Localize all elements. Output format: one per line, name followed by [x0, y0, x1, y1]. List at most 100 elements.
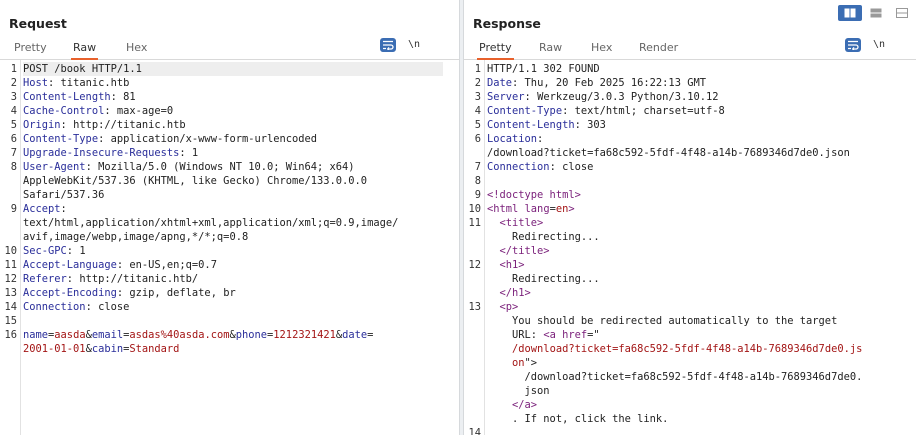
- code-token: <title>: [499, 217, 544, 229]
- header-name: Content-Length: [487, 119, 575, 131]
- header-name: Date: [487, 77, 513, 89]
- line-number: 15: [4, 315, 17, 327]
- code-token: asdas%40asda.com: [129, 329, 230, 341]
- line-number: 4: [10, 105, 17, 117]
- word-wrap-icon[interactable]: [845, 38, 861, 52]
- newline-toggle-icon[interactable]: \n: [406, 38, 422, 52]
- code-line: Host: titanic.htb: [23, 76, 129, 90]
- request-tab-pretty[interactable]: Pretty: [12, 40, 49, 58]
- response-tab-hex[interactable]: Hex: [589, 40, 614, 58]
- code-line: URL: <a href=": [487, 328, 600, 342]
- line-number: 12: [468, 259, 481, 271]
- code-line: Accept-Language: en-US,en;q=0.7: [23, 258, 217, 272]
- code-line: 2001-01-01&cabin=Standard: [23, 342, 179, 356]
- line-number: 11: [468, 217, 481, 229]
- code-token: cabin: [91, 343, 124, 355]
- line-number: 14: [468, 427, 481, 435]
- header-name: Content-Length: [23, 91, 111, 103]
- request-tab-hex[interactable]: Hex: [124, 40, 149, 58]
- code-line: Location:: [487, 132, 543, 146]
- header-name: Accept: [23, 203, 61, 215]
- code-line: on">: [487, 356, 537, 370]
- code-line: Redirecting...: [487, 231, 600, 243]
- code-line: Upgrade-Insecure-Requests: 1: [23, 146, 198, 160]
- code-token: <!doctype html>: [487, 189, 581, 201]
- code-token: ">: [524, 357, 538, 369]
- stacked-vertical-layout-icon[interactable]: [890, 5, 914, 21]
- header-value: text/html; charset=utf-8: [568, 105, 725, 117]
- code-line: AppleWebKit/537.36 (KHTML, like Gecko) C…: [23, 175, 368, 187]
- word-wrap-icon[interactable]: [380, 38, 396, 52]
- line-number: 12: [4, 273, 17, 285]
- header-value: max-age=0: [110, 105, 174, 117]
- line-number: 13: [4, 287, 17, 299]
- response-tab-raw[interactable]: Raw: [537, 40, 564, 58]
- side-by-side-layout-icon[interactable]: [838, 5, 862, 21]
- line-number: 5: [10, 119, 17, 131]
- code-token: phone: [235, 329, 268, 341]
- code-line: Content-Length: 303: [487, 118, 606, 132]
- code-line: POST /book HTTP/1.1: [23, 62, 443, 76]
- header-value: en-US,en;q=0.7: [123, 259, 217, 271]
- line-number: 11: [4, 259, 17, 271]
- request-title: Request: [9, 16, 67, 31]
- header-value: http://titanic.htb/: [73, 273, 199, 285]
- line-number: 4: [474, 105, 481, 117]
- response-pane: Response Pretty Raw Hex Render \n 1 HTTP/…: [464, 0, 916, 435]
- header-name: Upgrade-Insecure-Requests: [23, 147, 180, 159]
- header-name: Accept-Language: [23, 259, 117, 271]
- code-token: <h1>: [499, 259, 525, 271]
- newline-toggle-icon[interactable]: \n: [871, 38, 887, 52]
- code-line: Content-Type: text/html; charset=utf-8: [487, 104, 725, 118]
- code-token: URL:: [487, 329, 544, 341]
- response-tab-render[interactable]: Render: [637, 40, 680, 58]
- code-token: lang: [524, 203, 550, 215]
- header-value: 81: [116, 91, 136, 103]
- line-number: 8: [474, 175, 481, 187]
- code-line: Cache-Control: max-age=0: [23, 104, 173, 118]
- response-tab-pretty[interactable]: Pretty: [477, 40, 514, 60]
- code-line: User-Agent: Mozilla/5.0 (Windows NT 10.0…: [23, 160, 355, 174]
- header-value: http://titanic.htb: [66, 119, 186, 131]
- line-number: 9: [474, 189, 481, 201]
- line-number: 14: [4, 301, 17, 313]
- header-value: 1: [185, 147, 199, 159]
- line-number: 13: [468, 301, 481, 313]
- code-line: Origin: http://titanic.htb: [23, 118, 186, 132]
- line-number: 2: [10, 77, 17, 89]
- line-number: 10: [4, 245, 17, 257]
- stacked-horizontal-layout-icon[interactable]: [864, 5, 888, 21]
- header-name: Connection: [23, 301, 86, 313]
- request-pane: Request Pretty Raw Hex \n 1 POST /book HT…: [0, 0, 459, 435]
- code-line: <!doctype html>: [487, 188, 581, 202]
- code-token: <html: [487, 203, 525, 215]
- code-line: Connection: close: [23, 300, 129, 314]
- header-value: close: [555, 161, 594, 173]
- code-line: Safari/537.36: [23, 189, 105, 201]
- header-separator: :: [537, 133, 544, 145]
- line-number: 16: [4, 329, 17, 341]
- code-line: </a>: [487, 398, 537, 412]
- header-name: Cache-Control: [23, 105, 105, 117]
- code-line: </h1>: [487, 286, 531, 300]
- code-line: . If not, click the link.: [487, 413, 669, 425]
- code-line: avif,image/webp,image/apng,*/*;q=0.8: [23, 231, 249, 243]
- code-line: Date: Thu, 20 Feb 2025 16:22:13 GMT: [487, 76, 706, 90]
- code-line: Sec-GPC: 1: [23, 244, 86, 258]
- code-token: <a: [543, 329, 563, 341]
- code-token: on: [512, 357, 525, 369]
- header-name: Server: [487, 91, 525, 103]
- header-name: Sec-GPC: [23, 245, 67, 257]
- line-number: 7: [474, 161, 481, 173]
- code-token: date: [342, 329, 368, 341]
- code-token: </title>: [499, 245, 550, 257]
- request-tab-raw[interactable]: Raw: [71, 40, 99, 60]
- code-line: Referer: http://titanic.htb/: [23, 272, 198, 286]
- code-line: /download?ticket=fa68c592-5fdf-4f48-a14b…: [487, 342, 862, 356]
- line-number: 6: [474, 133, 481, 145]
- header-name: Accept-Encoding: [23, 287, 117, 299]
